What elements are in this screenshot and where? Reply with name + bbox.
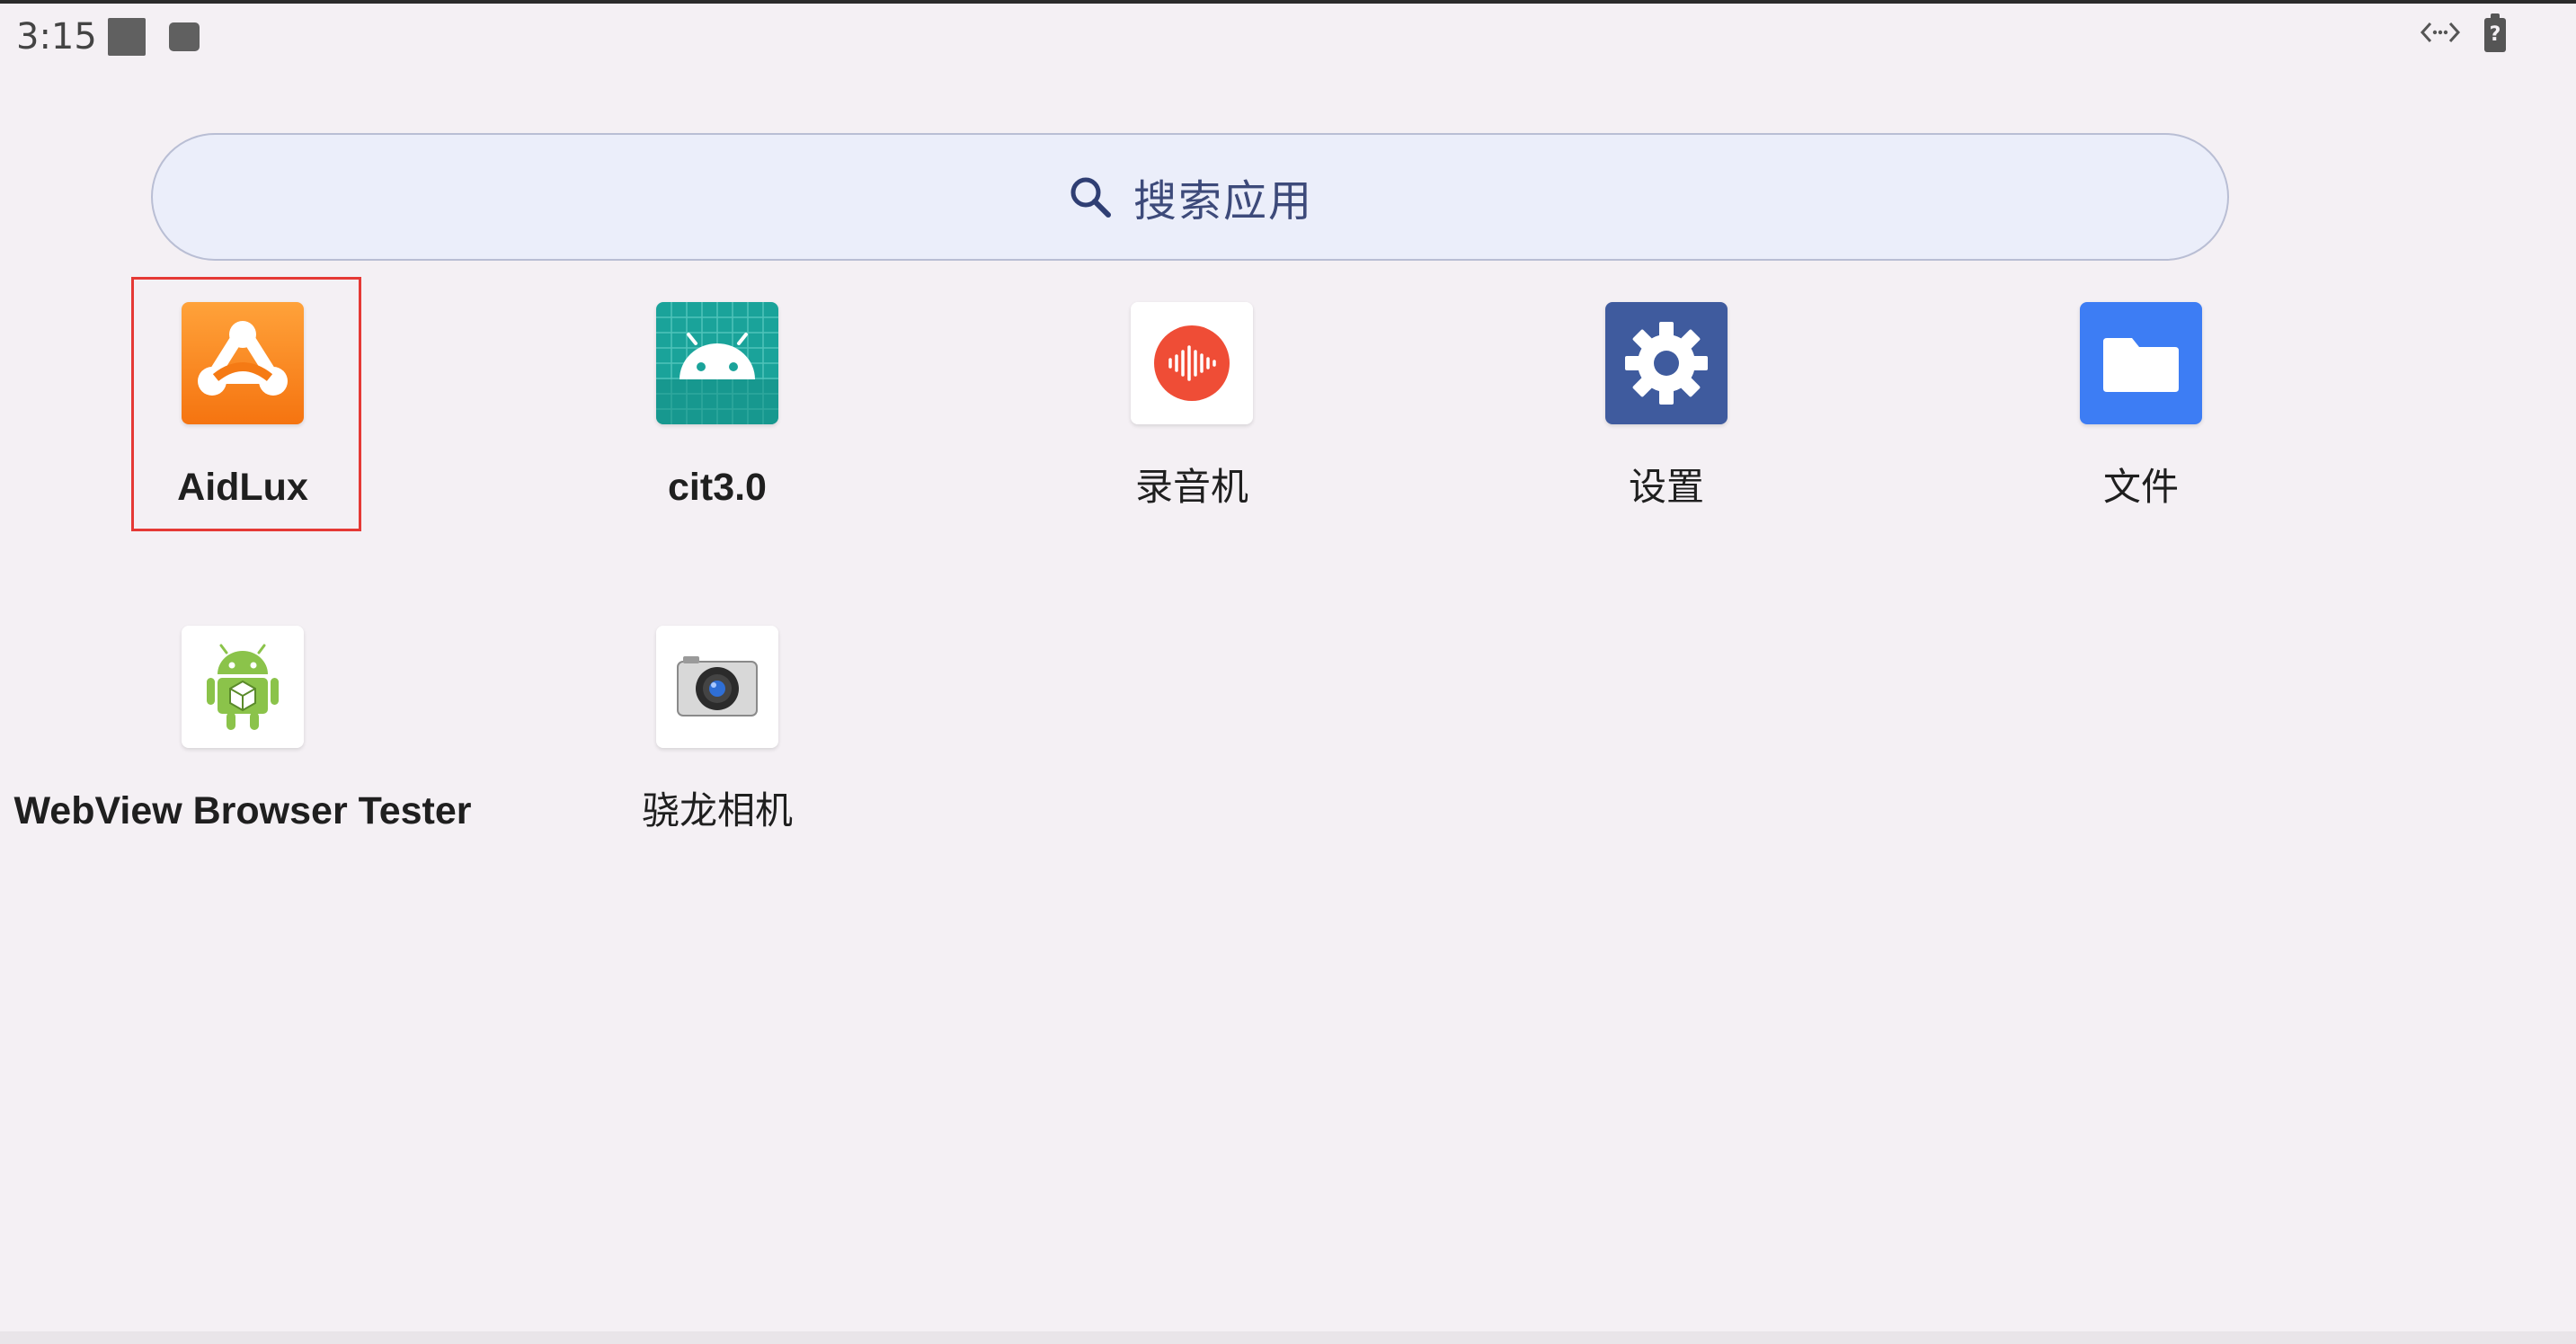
app-aidlux[interactable]: AidLux <box>126 302 360 511</box>
folder-icon <box>2080 302 2202 424</box>
app-label: 录音机 <box>1134 465 1248 509</box>
android-robot-icon <box>182 626 304 748</box>
app-snapdragon-camera[interactable]: 骁龙相机 <box>600 626 834 834</box>
search-placeholder: 搜索应用 <box>1133 176 1313 227</box>
data-arrows-icon <box>2420 16 2461 56</box>
app-label: 文件 <box>2102 465 2179 509</box>
android-grid-icon <box>656 302 778 424</box>
app-label: 设置 <box>1628 465 1704 509</box>
battery-unknown-icon: ? <box>2484 18 2506 52</box>
bottom-band <box>0 1331 2576 1344</box>
app-webview-browser-tester[interactable]: WebView Browser Tester <box>13 626 472 834</box>
app-label: cit3.0 <box>668 466 767 509</box>
app-label: AidLux <box>177 466 308 509</box>
app-files[interactable]: 文件 <box>2024 302 2258 511</box>
search-icon <box>1067 174 1114 220</box>
app-cit[interactable]: cit3.0 <box>600 302 834 511</box>
notification-square-icon <box>108 18 146 56</box>
battery-glyph: ? <box>2489 23 2501 46</box>
aidlux-icon <box>182 302 304 424</box>
app-recorder[interactable]: 录音机 <box>1075 302 1309 511</box>
status-time: 3:15 <box>16 16 97 58</box>
home-screen: 3:15 ? 搜索应用 AidLux cit3.0 录音机 设置 文件 WebV… <box>0 0 2576 1344</box>
search-apps-bar[interactable]: 搜索应用 <box>151 133 2229 261</box>
app-label: WebView Browser Tester <box>13 789 472 832</box>
top-border <box>0 0 2576 4</box>
recorder-icon <box>1131 302 1253 424</box>
app-label: 骁龙相机 <box>641 788 793 832</box>
settings-gear-icon <box>1605 302 1728 424</box>
camera-icon <box>656 626 778 748</box>
app-settings[interactable]: 设置 <box>1550 302 1783 511</box>
notification-small-square-icon <box>169 22 200 51</box>
